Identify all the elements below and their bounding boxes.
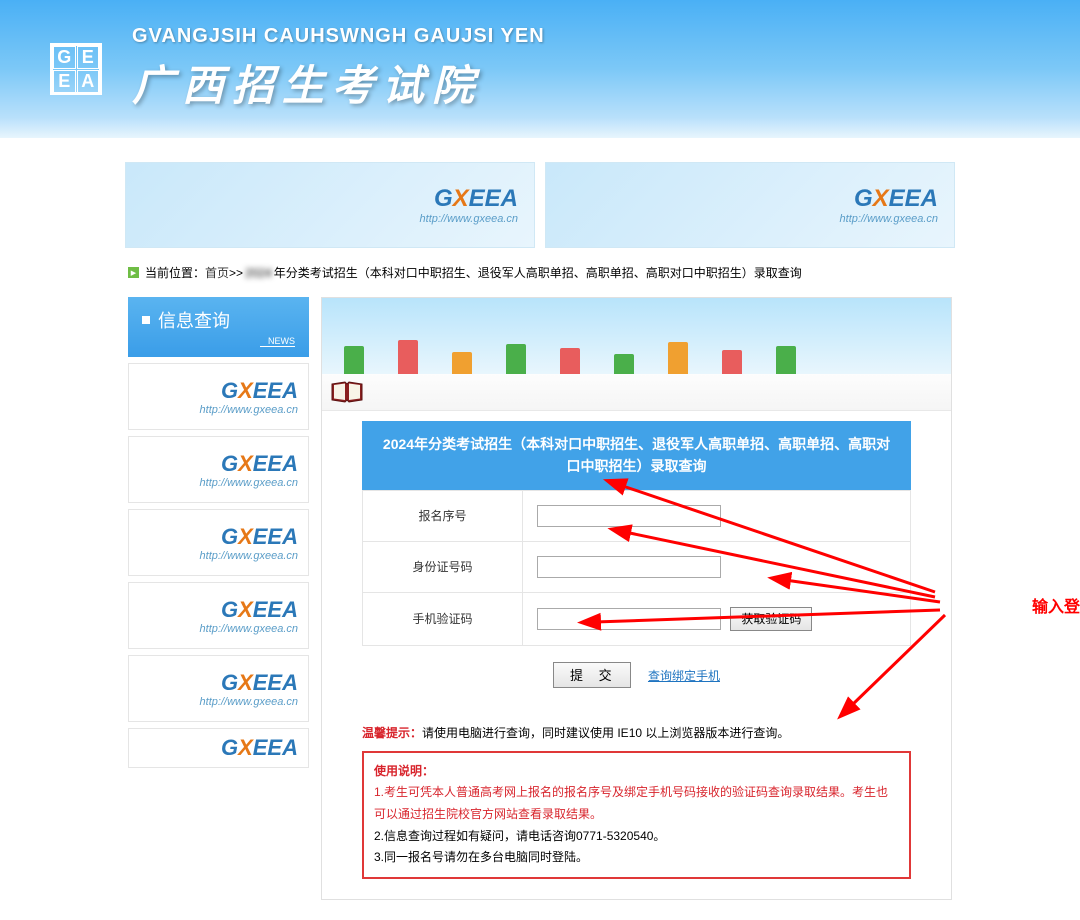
header-text: GVANGJSIH CAUHSWNGH GAUJSI YEN 广西招生考试院 xyxy=(132,25,545,113)
breadcrumb-sep: >> xyxy=(229,266,243,280)
ad-url: http://www.gxeea.cn xyxy=(200,696,298,708)
header-title: 广西招生考试院 xyxy=(132,52,545,113)
instruction-line-2: 2.信息查询过程如有疑问，请电话咨询0771-5320540。 xyxy=(374,826,899,848)
form-title: 2024年分类考试招生（本科对口中职招生、退役军人高职单招、高职单招、高职对口中… xyxy=(362,421,911,490)
ad-logo: GXEEA xyxy=(221,378,298,404)
ad-logo: GXEEA xyxy=(221,451,298,477)
sidebar-header: 信息查询 NEWS xyxy=(128,297,309,357)
main-illustration-banner xyxy=(322,298,951,374)
ad-url: http://www.gxeea.cn xyxy=(200,477,298,489)
ad-banner-left[interactable]: GXEEA http://www.gxeea.cn xyxy=(125,162,535,248)
ad-url: http://www.gxeea.cn xyxy=(420,213,518,225)
ad-banner-right[interactable]: GXEEA http://www.gxeea.cn xyxy=(545,162,955,248)
sidebar: 信息查询 NEWS GXEEA http://www.gxeea.cn GXEE… xyxy=(128,297,309,900)
ad-logo: GXEEA xyxy=(854,185,938,213)
main-area: 2024年分类考试招生（本科对口中职招生、退役军人高职单招、高职单招、高职对口中… xyxy=(321,297,952,900)
query-form: 2024年分类考试招生（本科对口中职招生、退役军人高职单招、高职单招、高职对口中… xyxy=(322,411,951,724)
ad-row: GXEEA http://www.gxeea.cn GXEEA http://w… xyxy=(0,152,1080,258)
header-subtitle: GVANGJSIH CAUHSWNGH GAUJSI YEN xyxy=(132,25,545,48)
sidebar-ad[interactable]: GXEEA xyxy=(128,728,309,768)
ad-logo: GXEEA xyxy=(221,597,298,623)
ad-url: http://www.gxeea.cn xyxy=(200,623,298,635)
sidebar-news-label: NEWS xyxy=(260,336,295,347)
ad-url: http://www.gxeea.cn xyxy=(840,213,938,225)
breadcrumb-icon xyxy=(128,267,139,278)
warm-tip: 温馨提示：请使用电脑进行查询，同时建议使用 IE10 以上浏览器版本进行查询。 xyxy=(322,724,951,751)
sidebar-ad[interactable]: GXEEA http://www.gxeea.cn xyxy=(128,436,309,503)
breadcrumb-home[interactable]: 首页 xyxy=(205,264,229,281)
sidebar-ad[interactable]: GXEEA http://www.gxeea.cn xyxy=(128,509,309,576)
breadcrumb-year: 2024 xyxy=(245,266,272,280)
instruction-line-3: 3.同一报名号请勿在多台电脑同时登陆。 xyxy=(374,847,899,869)
label-idcard: 身份证号码 xyxy=(363,541,523,592)
input-code[interactable] xyxy=(537,608,721,630)
ad-logo: GXEEA xyxy=(221,524,298,550)
breadcrumb-label: 当前位置： xyxy=(145,264,205,281)
sidebar-ad[interactable]: GXEEA http://www.gxeea.cn xyxy=(128,655,309,722)
sidebar-ad[interactable]: GXEEA http://www.gxeea.cn xyxy=(128,363,309,430)
ad-logo: GXEEA xyxy=(221,735,298,761)
ad-url: http://www.gxeea.cn xyxy=(200,550,298,562)
instructions-title: 使用说明： xyxy=(374,761,899,783)
breadcrumb-page: 年分类考试招生（本科对口中职招生、退役军人高职单招、高职单招、高职对口中职招生）… xyxy=(274,264,802,281)
annotation-label: 输入登录 xyxy=(1032,593,1080,617)
label-regnum: 报名序号 xyxy=(363,490,523,541)
instructions-box: 使用说明： 1.考生可凭本人普通高考网上报名的报名序号及绑定手机号码接收的验证码… xyxy=(362,751,911,879)
ad-logo: GXEEA xyxy=(221,670,298,696)
header-banner: GEEA GVANGJSIH CAUHSWNGH GAUJSI YEN 广西招生… xyxy=(0,0,1080,138)
instruction-line-1: 1.考生可凭本人普通高考网上报名的报名序号及绑定手机号码接收的验证码查询录取结果… xyxy=(374,782,899,825)
input-idcard[interactable] xyxy=(537,556,721,578)
sidebar-title: 信息查询 xyxy=(142,307,295,333)
ad-logo: GXEEA xyxy=(434,185,518,213)
section-icon-row xyxy=(322,374,951,411)
logo: GEEA xyxy=(50,43,102,95)
get-code-button[interactable]: 获取验证码 xyxy=(730,607,812,631)
label-code: 手机验证码 xyxy=(363,592,523,645)
sidebar-ad[interactable]: GXEEA http://www.gxeea.cn xyxy=(128,582,309,649)
tip-label: 温馨提示： xyxy=(362,726,422,740)
ad-url: http://www.gxeea.cn xyxy=(200,404,298,416)
submit-button[interactable]: 提 交 xyxy=(553,662,631,688)
input-regnum[interactable] xyxy=(537,505,721,527)
tip-text: 请使用电脑进行查询，同时建议使用 IE10 以上浏览器版本进行查询。 xyxy=(422,726,789,740)
book-icon xyxy=(330,380,364,404)
bind-phone-link[interactable]: 查询绑定手机 xyxy=(648,669,720,683)
breadcrumb: 当前位置： 首页 >> 2024 年分类考试招生（本科对口中职招生、退役军人高职… xyxy=(0,258,1080,287)
